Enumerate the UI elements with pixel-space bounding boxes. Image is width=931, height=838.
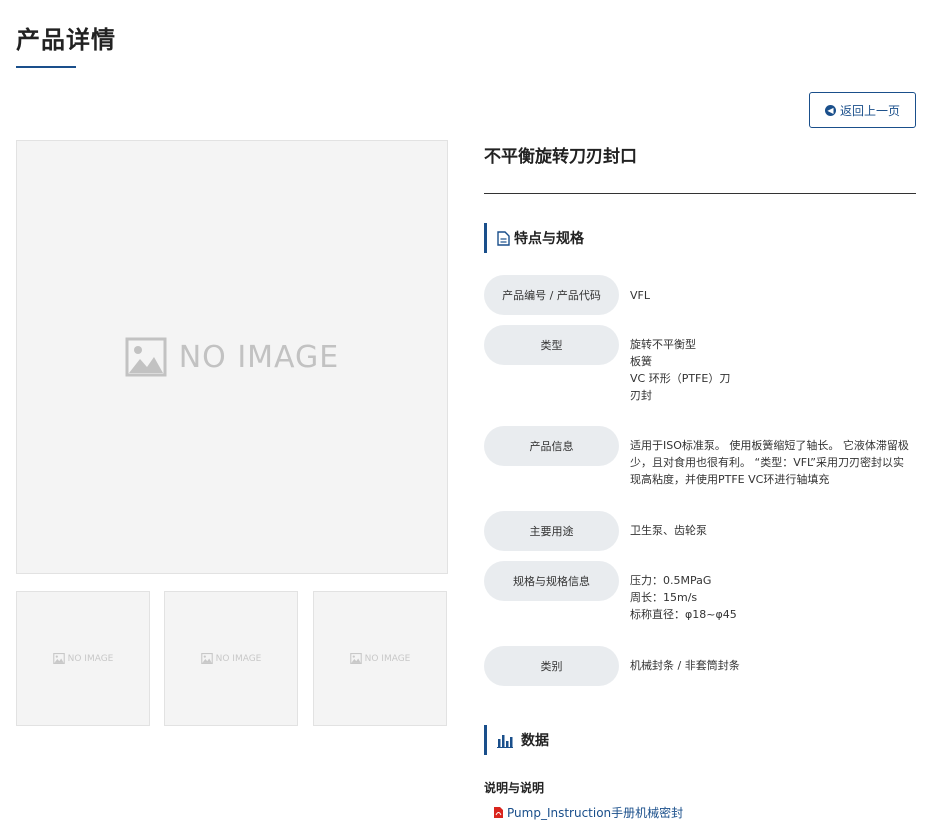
document-icon — [497, 230, 510, 246]
back-button[interactable]: ◀ 返回上一页 — [809, 92, 916, 128]
spec-line: 刃封 — [630, 389, 652, 402]
spec-value-category: 机械封条 / 非套筒封条 — [630, 657, 916, 674]
no-image-text: NO IMAGE — [67, 653, 114, 664]
spec-value-specifications: 压力：0.5MPaG 周长：15m/s 标称直径：φ18~φ45 — [630, 572, 916, 623]
no-image-text: NO IMAGE — [215, 653, 262, 664]
spec-line: 压力：0.5MPaG — [630, 574, 712, 587]
spec-label-specifications: 规格与规格信息 — [484, 561, 619, 601]
data-section-title: 数据 — [521, 733, 549, 749]
title-underline — [16, 66, 76, 68]
page-title: 产品详情 — [16, 26, 116, 54]
no-image-placeholder: NO IMAGE — [125, 337, 340, 377]
image-icon — [200, 653, 213, 664]
spec-line: 现高粘度，并使用PTFE VC环进行轴填充 — [630, 473, 830, 486]
thumbnail-1[interactable]: NO IMAGE — [16, 591, 150, 726]
spec-line: 卫生泵、齿轮泵 — [630, 524, 707, 537]
data-section-heading: 数据 — [484, 725, 549, 755]
spec-line: 适用于ISO标准泵。 使用板簧缩短了轴长。 它液体滞留极 — [630, 439, 909, 452]
instruction-manual-link-text: Pump_Instruction手册机械密封 — [507, 806, 684, 820]
bar-chart-icon — [497, 734, 513, 748]
pdf-icon — [494, 807, 503, 818]
spec-line: VFL — [630, 289, 650, 302]
no-image-text: NO IMAGE — [178, 339, 340, 375]
arrow-left-circle-icon: ◀ — [824, 104, 836, 116]
specs-section-title: 特点与规格 — [514, 231, 584, 247]
spec-line: 周长：15m/s — [630, 591, 698, 604]
spec-value-product-info: 适用于ISO标准泵。 使用板簧缩短了轴长。 它液体滞留极 少，且对食用也很有利。… — [630, 437, 916, 488]
spec-label-product-info: 产品信息 — [484, 426, 619, 466]
product-name: 不平衡旋转刀刃封口 — [484, 147, 637, 167]
thumbnail-2[interactable]: NO IMAGE — [164, 591, 298, 726]
spec-label-category: 类别 — [484, 646, 619, 686]
spec-label-type: 类型 — [484, 325, 619, 365]
back-button-label: 返回上一页 — [839, 103, 900, 118]
spec-line: VC 环形（PTFE）刀 — [630, 372, 731, 385]
spec-value-type: 旋转不平衡型 板簧 VC 环形（PTFE）刀 刃封 — [630, 336, 916, 404]
spec-label-product-code: 产品编号 / 产品代码 — [484, 275, 619, 315]
image-icon — [52, 653, 65, 664]
spec-value-product-code: VFL — [630, 287, 916, 304]
no-image-text: NO IMAGE — [364, 653, 411, 664]
main-product-image: NO IMAGE — [16, 140, 448, 574]
image-icon — [349, 653, 362, 664]
spec-value-main-use: 卫生泵、齿轮泵 — [630, 522, 916, 539]
spec-label-main-use: 主要用途 — [484, 511, 619, 551]
documents-heading: 说明与说明 — [484, 781, 545, 795]
spec-line: 标称直径：φ18~φ45 — [630, 608, 737, 621]
spec-line: 板簧 — [630, 355, 652, 368]
thumbnail-3[interactable]: NO IMAGE — [313, 591, 447, 726]
spec-line: 旋转不平衡型 — [630, 338, 696, 351]
specs-section-heading: 特点与规格 — [484, 223, 584, 253]
instruction-manual-link[interactable]: Pump_Instruction手册机械密封 — [494, 804, 683, 821]
spec-line: 少，且对食用也很有利。 “类型：VFL”采用刀刃密封以实 — [630, 456, 904, 469]
image-icon — [125, 337, 167, 377]
product-name-divider — [484, 193, 916, 194]
spec-line: 机械封条 / 非套筒封条 — [630, 659, 740, 672]
